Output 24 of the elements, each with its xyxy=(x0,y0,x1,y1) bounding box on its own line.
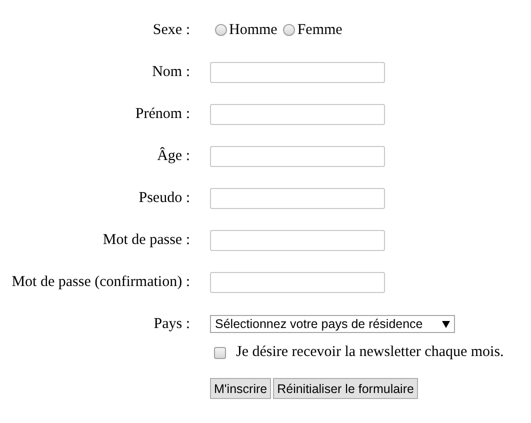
checkbox-label: Je désire recevoir la newsletter chaque mois. xyxy=(236,344,504,361)
field-label: Mot de passe (confirmation) : xyxy=(10,274,190,290)
field-label: Âge : xyxy=(156,148,190,164)
password-field[interactable] xyxy=(210,272,385,292)
field-label: Pays : xyxy=(152,316,190,332)
caret-icon xyxy=(442,320,450,328)
country-select[interactable]: Sélectionnez votre pays de résidence xyxy=(210,315,455,333)
field-label: Sexe : xyxy=(152,22,190,38)
checkbox[interactable] xyxy=(214,346,226,358)
radio-label: Femme xyxy=(297,22,342,38)
text-field[interactable] xyxy=(210,146,385,166)
text-field[interactable] xyxy=(210,62,385,82)
radio-label: Homme xyxy=(229,22,278,38)
reset-button[interactable]: Réinitialiser le formulaire xyxy=(273,378,418,399)
radio-button[interactable] xyxy=(215,24,227,36)
radio-button[interactable] xyxy=(283,24,296,36)
submit-button[interactable]: M'inscrire xyxy=(210,378,272,399)
password-field[interactable] xyxy=(210,230,385,250)
text-field[interactable] xyxy=(210,104,385,124)
field-label: Prénom : xyxy=(134,106,190,122)
field-label: Mot de passe : xyxy=(102,232,190,248)
field-label: Pseudo : xyxy=(138,190,190,206)
text-field[interactable] xyxy=(210,188,385,208)
field-label: Nom : xyxy=(151,64,190,80)
